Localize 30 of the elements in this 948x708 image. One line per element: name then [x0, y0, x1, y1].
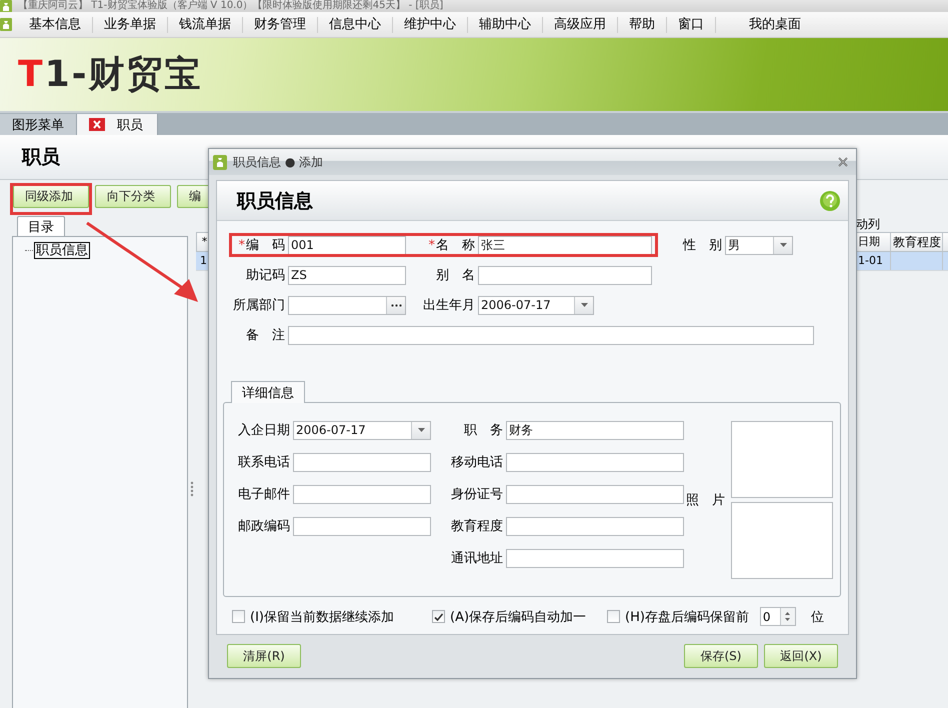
field-label: 身份证号 [451, 486, 503, 503]
field-label: 入企日期 [238, 422, 290, 439]
field-label: 教育程度 [451, 518, 503, 535]
page-title: 职员 [22, 145, 60, 170]
field-label: 名 称 [436, 237, 475, 254]
option-label: (I)保留当前数据继续添加 [250, 608, 394, 626]
dialog-title: 职员信息 ● 添加 [233, 154, 324, 170]
option-label: (A)保存后编码自动加一 [450, 608, 586, 626]
field-label: 职 务 [464, 422, 503, 439]
logo: T1-财贸宝 [18, 53, 203, 97]
field-label: 通讯地址 [451, 550, 503, 567]
required-mark: * [428, 238, 435, 252]
required-mark: * [238, 238, 245, 252]
field-label: 编 码 [246, 237, 285, 254]
photo-label: 照 片 [686, 492, 726, 508]
column-header: 教育程度 [890, 233, 942, 251]
option-label: (H)存盘后编码保留前 [625, 608, 749, 626]
field-label: 性 别 [683, 237, 722, 254]
field-label: 移动电话 [451, 454, 503, 471]
field-label: 助记码 [246, 267, 285, 284]
field-label: 电子邮件 [238, 486, 290, 503]
field-label: 邮政编码 [238, 518, 290, 535]
unit-label: 位 [810, 608, 824, 626]
field-label: 备 注 [246, 327, 285, 344]
grid-caption: 动列 [855, 216, 881, 232]
dialog-heading: 职员信息 [237, 188, 313, 214]
field-label: 所属部门 [233, 297, 285, 314]
field-label: 出生年月 [423, 297, 475, 314]
field-label: 别 名 [436, 267, 475, 284]
field-label: 联系电话 [238, 454, 290, 471]
